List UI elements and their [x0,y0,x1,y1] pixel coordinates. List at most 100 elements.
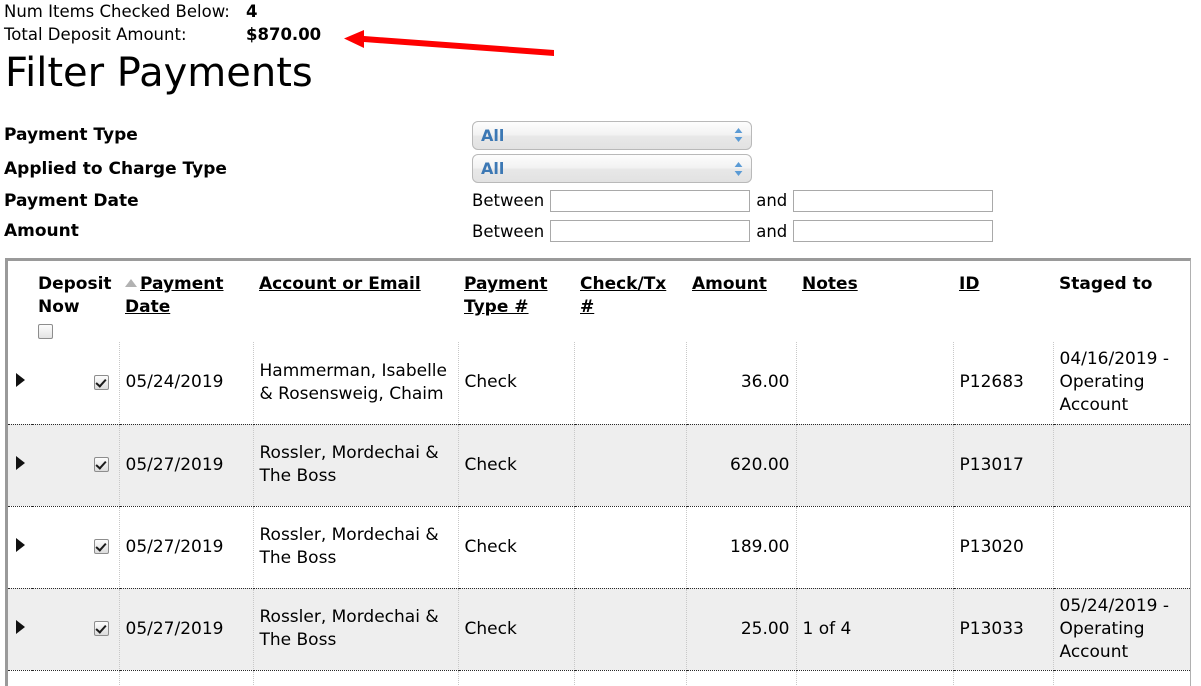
th-account-or-email-label[interactable]: Account or Email [259,274,421,294]
table-cell-partial [796,670,954,686]
amount-cell: 25.00 [686,588,797,671]
deposit-now-checkbox[interactable] [93,621,109,636]
staged-to-cell: 04/16/2019 - Operating Account [1053,342,1190,425]
deposit-now-cell[interactable] [32,424,120,507]
deposit-now-checkbox[interactable] [93,457,109,472]
payment-type-cell: Check [458,342,575,425]
th-payment-type-label[interactable]: Payment Type # [464,274,548,317]
table-cell-partial [574,670,687,686]
check-tx-cell [574,424,687,507]
expand-triangle-icon[interactable] [15,373,25,388]
table-cell-partial [1053,670,1190,686]
id-cell-link[interactable]: P13033 [960,619,1024,639]
row-expander-cell[interactable] [8,588,32,671]
num-items-checked-value: 4 [246,2,258,21]
row-expander-cell[interactable] [8,506,32,589]
account-or-email-cell[interactable]: Rossler, Mordechai & The Boss [253,506,459,589]
id-cell-link[interactable]: P13020 [960,537,1024,557]
id-cell-link[interactable]: P13017 [960,455,1024,475]
expand-triangle-icon[interactable] [15,619,25,634]
account-or-email-cell-link[interactable]: Rossler, Mordechai & The Boss [260,443,439,486]
th-id-label[interactable]: ID [959,274,979,294]
table-cell-partial [953,670,1054,686]
account-or-email-cell[interactable]: Rossler, Mordechai & The Boss [253,588,459,671]
id-cell-link[interactable]: P12683 [960,372,1024,392]
notes-cell: 1 of 4 [796,588,954,671]
payment-date-to-input[interactable] [793,189,994,212]
th-payment-date-label[interactable]: Payment Date [125,274,224,317]
table-cell-partial [119,670,254,686]
table-row[interactable]: 05/27/2019 Rossler, Mordechai & The Boss C… [8,588,1190,671]
payment-type-select[interactable]: All [472,120,752,150]
table-cell-partial [32,670,120,686]
th-amount-label[interactable]: Amount [692,274,767,294]
th-deposit-now-label: Deposit Now [38,274,112,317]
account-or-email-cell-link[interactable]: Rossler, Mordechai & The Boss [260,607,439,650]
th-account-or-email[interactable]: Account or Email [253,261,458,342]
payment-type-cell: Check [458,588,575,671]
th-notes-label[interactable]: Notes [802,274,858,294]
num-items-checked-label: Num Items Checked Below: [4,2,230,21]
expand-triangle-icon[interactable] [15,455,25,470]
total-deposit-value: $870.00 [246,25,322,44]
staged-to-cell [1053,424,1190,507]
amount-cell: 36.00 [686,342,797,425]
filter-panel: Payment Type All Applied to Charge Type … [4,118,1014,246]
filter-row-applied-to-charge-type: Applied to Charge Type All [4,152,1014,185]
id-cell[interactable]: P13017 [953,424,1054,507]
th-id[interactable]: ID [953,261,1053,342]
payment-date-cell: 05/27/2019 [119,424,254,507]
row-expander-cell[interactable] [8,424,32,507]
deposit-now-checkbox[interactable] [93,374,109,390]
th-payment-type[interactable]: Payment Type # [458,261,574,342]
deposit-now-cell[interactable] [32,588,120,671]
applied-to-charge-type-label: Applied to Charge Type [4,158,227,179]
check-tx-cell [574,342,687,425]
payment-date-cell: 05/27/2019 [119,588,254,671]
th-amount[interactable]: Amount [686,261,796,342]
filter-row-payment-type: Payment Type All [4,118,1014,152]
amount-between-label: Between [472,221,545,241]
id-cell[interactable]: P13020 [953,506,1054,589]
table-cell-partial [686,670,797,686]
table-row[interactable]: 05/24/2019 Hammerman, Isabelle & Rosenswe… [8,342,1190,425]
filter-row-payment-date: Payment Date Between and [4,185,1014,216]
total-deposit-label: Total Deposit Amount: [4,25,187,44]
deposit-now-cell[interactable] [32,506,120,589]
check-tx-cell [574,588,687,671]
grid-tab-notch [141,258,274,261]
table-cell-partial [253,670,459,686]
header-row: Deposit Now Payment Date Account or Emai… [8,261,1190,342]
applied-to-charge-type-select-wrap: All [472,154,752,183]
id-cell[interactable]: P13033 [953,588,1054,671]
th-notes[interactable]: Notes [796,261,953,342]
table-cell-partial [8,670,32,686]
select-all-checkbox[interactable] [38,323,53,339]
th-check-tx[interactable]: Check/Tx # [574,261,686,342]
table-row-partial[interactable] [8,670,1190,686]
notes-cell [796,342,954,425]
account-or-email-cell[interactable]: Hammerman, Isabelle & Rosensweig, Chaim [253,342,459,425]
payment-date-label: Payment Date [4,190,139,211]
payments-table-body: 05/24/2019 Hammerman, Isabelle & Rosenswe… [8,342,1190,686]
account-or-email-cell[interactable]: Rossler, Mordechai & The Boss [253,424,459,507]
account-or-email-cell-link[interactable]: Rossler, Mordechai & The Boss [260,525,439,568]
id-cell[interactable]: P12683 [953,342,1054,425]
th-staged-to: Staged to [1053,261,1190,342]
payment-type-label: Payment Type [4,125,138,145]
amount-and-label: and [756,221,788,241]
expand-triangle-icon[interactable] [15,537,25,552]
row-expander-cell[interactable] [8,342,32,425]
table-row[interactable]: 05/27/2019 Rossler, Mordechai & The Boss C… [8,424,1190,507]
payment-date-from-input[interactable] [550,189,751,212]
table-row[interactable]: 05/27/2019 Rossler, Mordechai & The Boss C… [8,506,1190,589]
th-check-tx-label[interactable]: Check/Tx # [580,274,666,317]
payment-type-cell: Check [458,424,575,507]
th-payment-date[interactable]: Payment Date [119,261,253,342]
deposit-now-cell[interactable] [32,342,120,425]
applied-to-charge-type-select[interactable]: All [472,154,752,183]
amount-from-input[interactable] [550,220,751,242]
deposit-now-checkbox[interactable] [93,539,109,554]
account-or-email-cell-link[interactable]: Hammerman, Isabelle & Rosensweig, Chaim [260,361,447,404]
amount-to-input[interactable] [793,220,994,242]
